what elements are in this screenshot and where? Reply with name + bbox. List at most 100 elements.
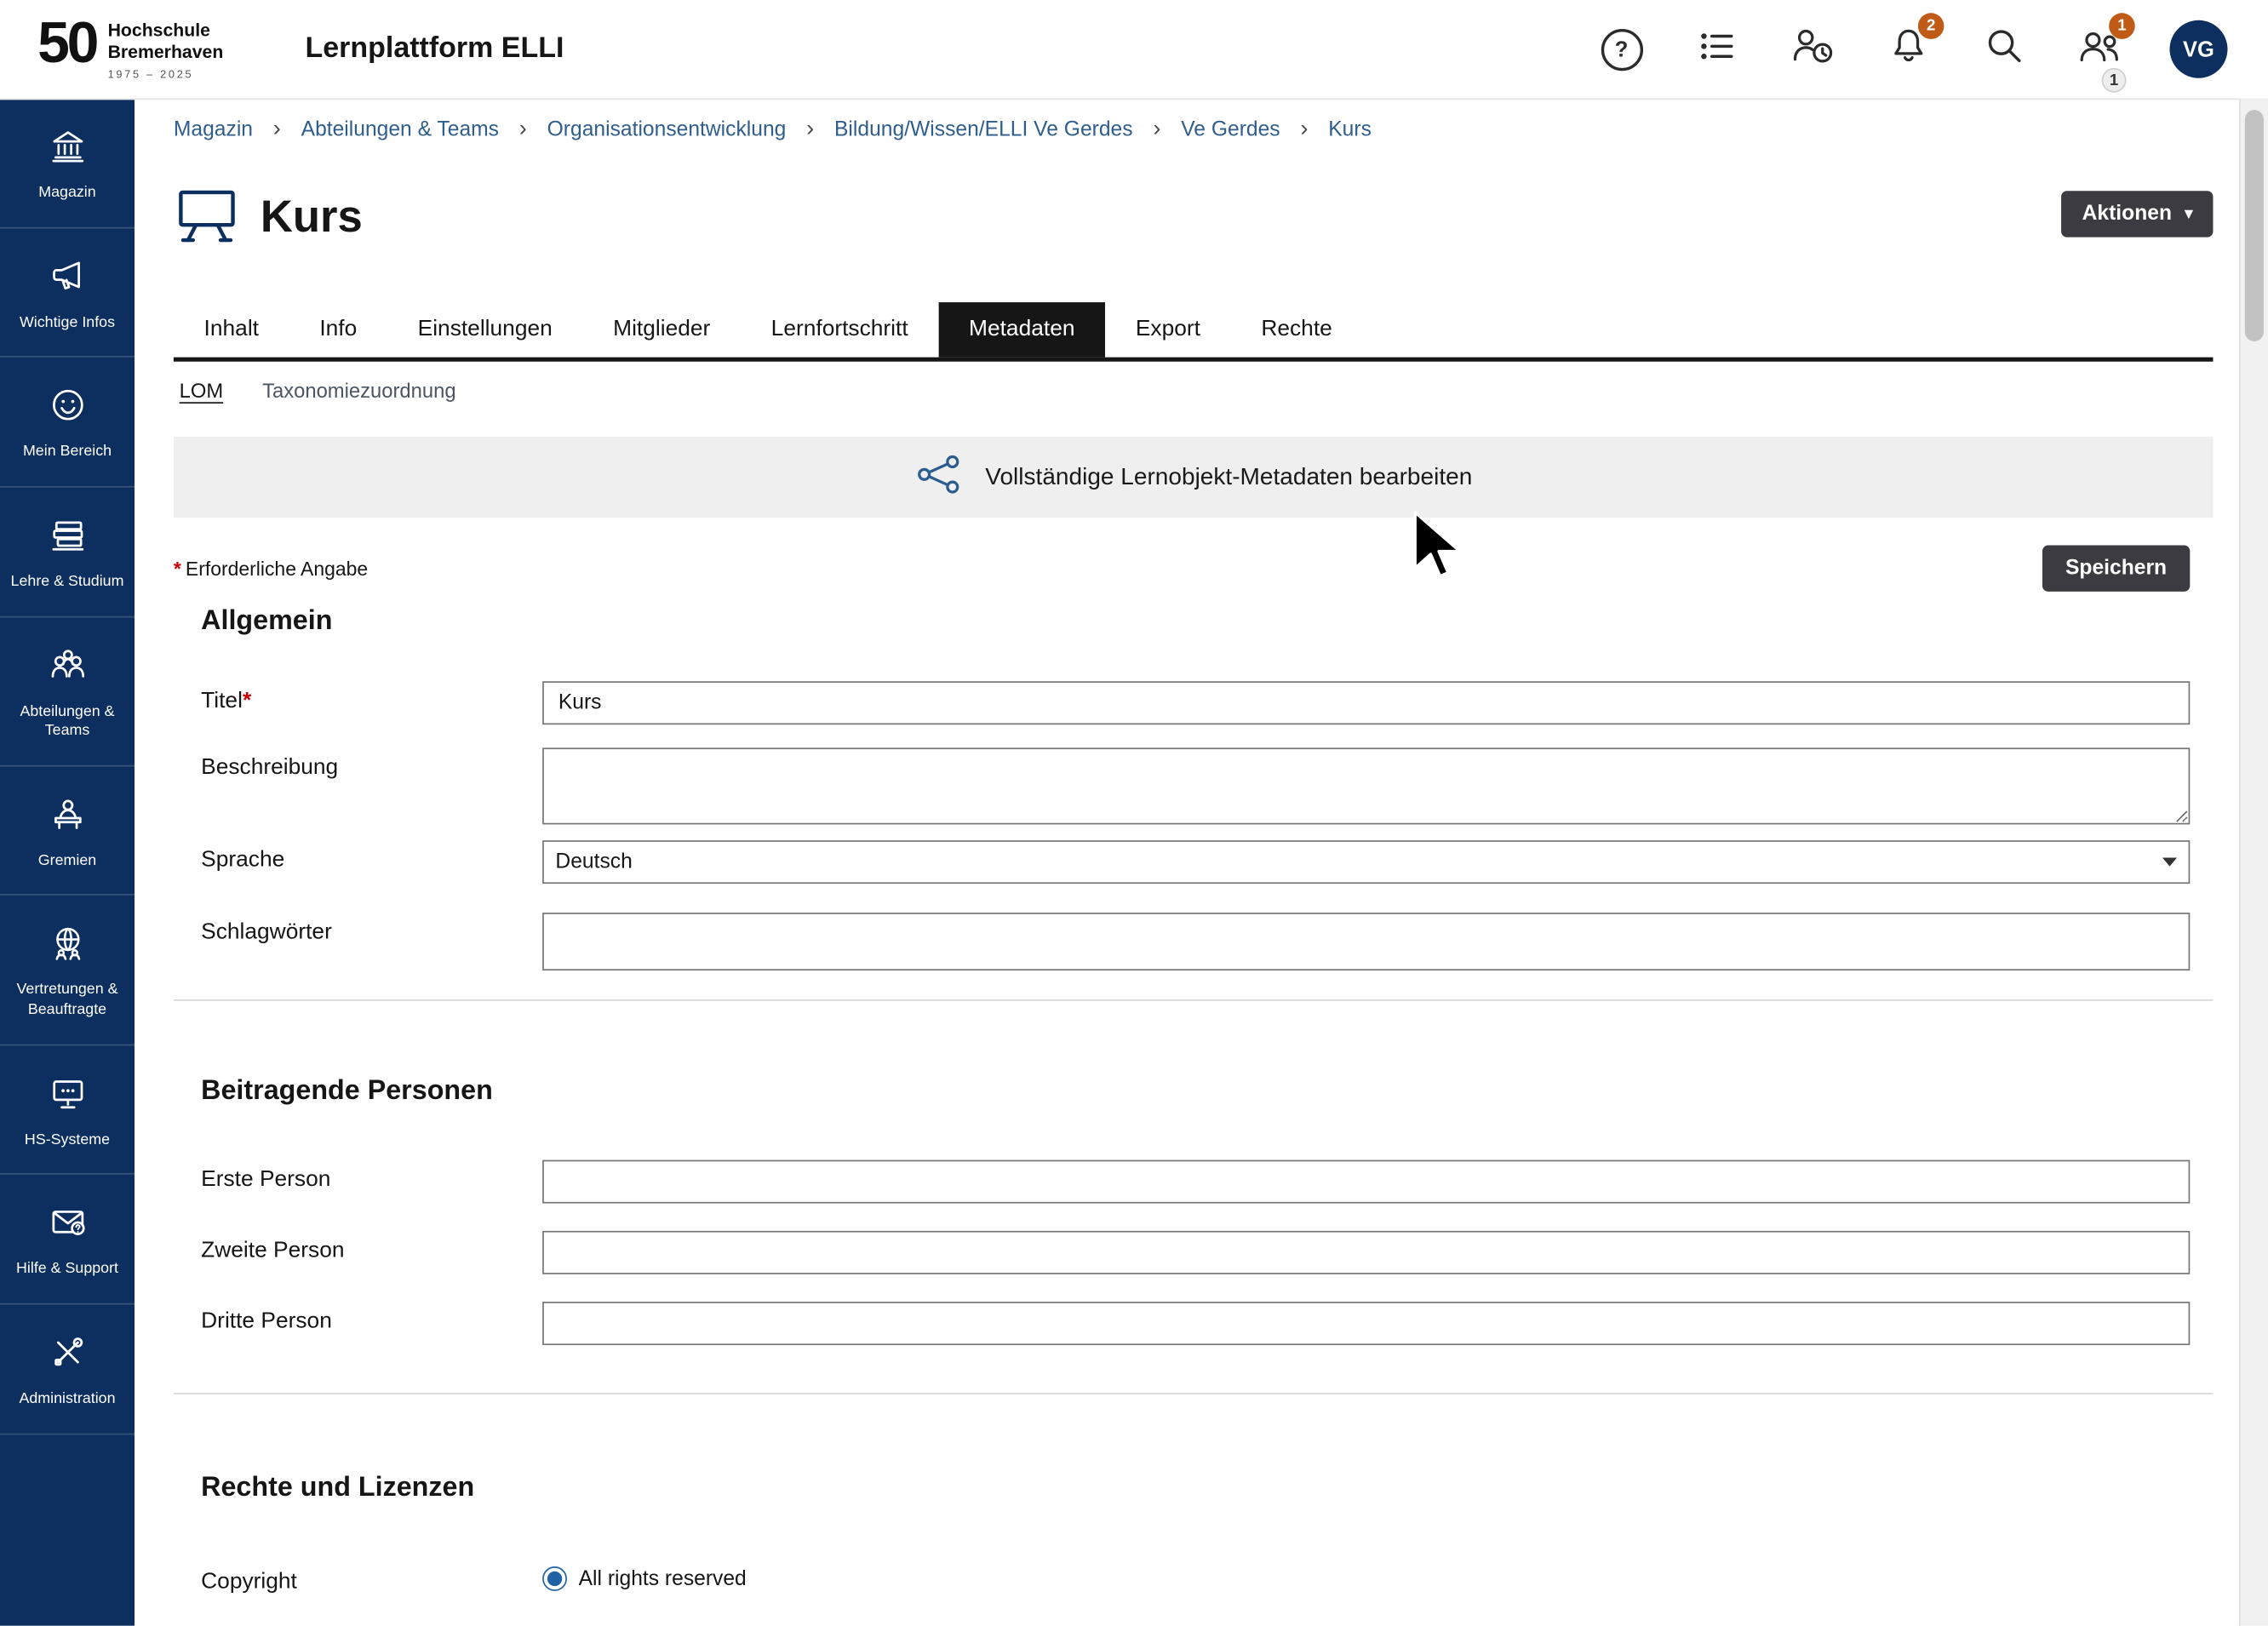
section-heading-rechte: Rechte und Lizenzen (201, 1473, 2190, 1504)
tab-mitglieder[interactable]: Mitglieder (582, 302, 741, 358)
required-note: *Erforderliche Angabe (174, 558, 368, 579)
sprache-select[interactable]: Deutsch (542, 840, 2190, 884)
sidebar-item-administration[interactable]: Administration (0, 1305, 135, 1434)
chevron-right-icon: › (273, 117, 281, 144)
top-header: 50 Hochschule Bremerhaven 1975 – 2025 Le… (0, 0, 2268, 100)
form-row-copyright: Copyright All rights reserved (201, 1562, 2190, 1595)
app-title: Lernplattform ELLI (305, 32, 564, 66)
scrollbar-thumb[interactable] (2245, 110, 2264, 341)
tools-icon (49, 1334, 86, 1379)
breadcrumb-item[interactable]: Magazin (174, 118, 253, 141)
tab-rechte[interactable]: Rechte (1231, 302, 1363, 358)
breadcrumb-item[interactable]: Kurs (1328, 118, 1372, 141)
page-title-row: Kurs Aktionen ▾ (174, 186, 2214, 247)
form-row-beschreibung: Beschreibung (201, 747, 2190, 832)
help-button[interactable]: ? (1597, 25, 1647, 74)
sidebar-item-label: Hilfe & Support (16, 1261, 118, 1280)
sidebar-item-hs-systeme[interactable]: HS-Systeme (0, 1045, 135, 1175)
megaphone-icon (49, 257, 86, 302)
chevron-right-icon: › (1300, 117, 1308, 144)
erste-person-input[interactable] (542, 1160, 2190, 1204)
contacts-badge-top: 1 (2109, 13, 2135, 39)
sidebar-item-label: Abteilungen & Teams (4, 702, 130, 741)
zweite-person-input[interactable] (542, 1231, 2190, 1274)
mail-icon (49, 1204, 86, 1249)
notifications-badge: 2 (1918, 13, 1944, 39)
breadcrumb-item[interactable]: Organisationsentwicklung (547, 118, 787, 141)
subtab-lom[interactable]: LOM (180, 379, 224, 402)
sidebar-item-label: HS-Systeme (25, 1131, 110, 1150)
tab-export[interactable]: Export (1105, 302, 1230, 358)
sidebar-item-label: Gremien (38, 851, 96, 871)
sidebar-item-wichtige-infos[interactable]: Wichtige Infos (0, 228, 135, 358)
main-content: Magazin › Abteilungen & Teams › Organisa… (135, 99, 2268, 1626)
tab-metadaten[interactable]: Metadaten (938, 302, 1105, 358)
header-icon-bar: ? 2 (1597, 0, 2228, 99)
smiley-icon (49, 386, 86, 432)
section-heading-beitragende: Beitragende Personen (201, 1076, 2190, 1108)
tab-bar: Inhalt Info Einstellungen Mitglieder Ler… (174, 302, 2214, 362)
avatar: VG (2170, 20, 2228, 78)
copyright-option-label: All rights reserved (579, 1567, 747, 1590)
user-activity-button[interactable] (1788, 25, 1837, 74)
metadata-nodes-icon (914, 452, 964, 502)
notifications-button[interactable]: 2 (1883, 25, 1933, 74)
vertical-scrollbar[interactable] (2239, 99, 2268, 1626)
sidebar-item-gremien[interactable]: Gremien (0, 766, 135, 896)
sidebar-item-label: Lehre & Studium (11, 573, 124, 593)
form-row-erste-person: Erste Person (201, 1160, 2190, 1204)
university-logo[interactable]: 50 Hochschule Bremerhaven 1975 – 2025 (37, 12, 223, 81)
search-button[interactable] (1979, 25, 2028, 74)
schlagwoerter-input[interactable] (542, 913, 2190, 970)
form-row-zweite-person: Zweite Person (201, 1231, 2190, 1274)
help-icon: ? (1601, 28, 1642, 70)
logo-text: Hochschule Bremerhaven 1975 – 2025 (108, 20, 224, 81)
tab-einstellungen[interactable]: Einstellungen (387, 302, 582, 358)
people-icon (49, 646, 86, 691)
sidebar-item-hilfe-support[interactable]: Hilfe & Support (0, 1175, 135, 1304)
form-row-sprache: Sprache Deutsch (201, 840, 2190, 884)
copyright-label: Copyright (201, 1562, 542, 1595)
subtab-taxonomiezuordnung[interactable]: Taxonomiezuordnung (262, 379, 455, 402)
edit-full-metadata-banner[interactable]: Vollständige Lernobjekt-Metadaten bearbe… (174, 437, 2214, 518)
beschreibung-textarea[interactable] (542, 747, 2190, 824)
breadcrumb-item[interactable]: Ve Gerdes (1181, 118, 1280, 141)
section-heading-allgemein: Allgemein (201, 606, 2190, 638)
section-divider (174, 1393, 2214, 1394)
metadata-form: Allgemein Titel* Beschreibung Sprache (201, 606, 2190, 1595)
sidebar-item-abteilungen-teams[interactable]: Abteilungen & Teams (0, 617, 135, 766)
dritte-person-label: Dritte Person (201, 1302, 542, 1345)
sidebar-item-label: Vertretungen & Beauftragte (4, 982, 130, 1021)
tab-info[interactable]: Info (289, 302, 387, 358)
sidebar-item-magazin[interactable]: Magazin (0, 99, 135, 228)
chevron-down-icon: ▾ (2185, 206, 2192, 222)
sidebar-item-lehre-studium[interactable]: Lehre & Studium (0, 487, 135, 616)
logo-50-mark: 50 (37, 12, 96, 76)
contacts-button[interactable]: 1 1 (2074, 25, 2123, 74)
tab-inhalt[interactable]: Inhalt (174, 302, 289, 358)
actions-dropdown-button[interactable]: Aktionen ▾ (2062, 191, 2214, 237)
sidebar-item-label: Administration (19, 1390, 115, 1410)
titel-input[interactable] (542, 681, 2190, 724)
todo-list-button[interactable] (1692, 25, 1742, 74)
user-clock-icon (1790, 26, 1834, 72)
profile-menu-button[interactable]: VG (2170, 20, 2228, 78)
sidebar-item-vertretungen[interactable]: Vertretungen & Beauftragte (0, 896, 135, 1045)
globe-people-icon (49, 925, 86, 970)
actions-button-label: Aktionen (2082, 203, 2172, 226)
breadcrumb-item[interactable]: Bildung/Wissen/ELLI Ve Gerdes (834, 118, 1133, 141)
app-viewport: 50 Hochschule Bremerhaven 1975 – 2025 Le… (0, 0, 2268, 1626)
banner-label: Vollständige Lernobjekt-Metadaten bearbe… (985, 464, 1472, 491)
subtab-bar: LOM Taxonomiezuordnung (180, 379, 2214, 402)
required-note-text: Erforderliche Angabe (186, 558, 368, 579)
dritte-person-input[interactable] (542, 1302, 2190, 1345)
list-icon (1698, 26, 1736, 72)
breadcrumb-item[interactable]: Abteilungen & Teams (301, 118, 499, 141)
save-button[interactable]: Speichern (2042, 546, 2190, 592)
sidebar-item-mein-bereich[interactable]: Mein Bereich (0, 358, 135, 487)
logo-name-line1: Hochschule (108, 20, 224, 42)
search-icon (1984, 26, 2023, 72)
tab-lernfortschritt[interactable]: Lernfortschritt (741, 302, 938, 358)
chevron-right-icon: › (1153, 117, 1160, 144)
copyright-all-rights-radio[interactable] (542, 1566, 567, 1591)
